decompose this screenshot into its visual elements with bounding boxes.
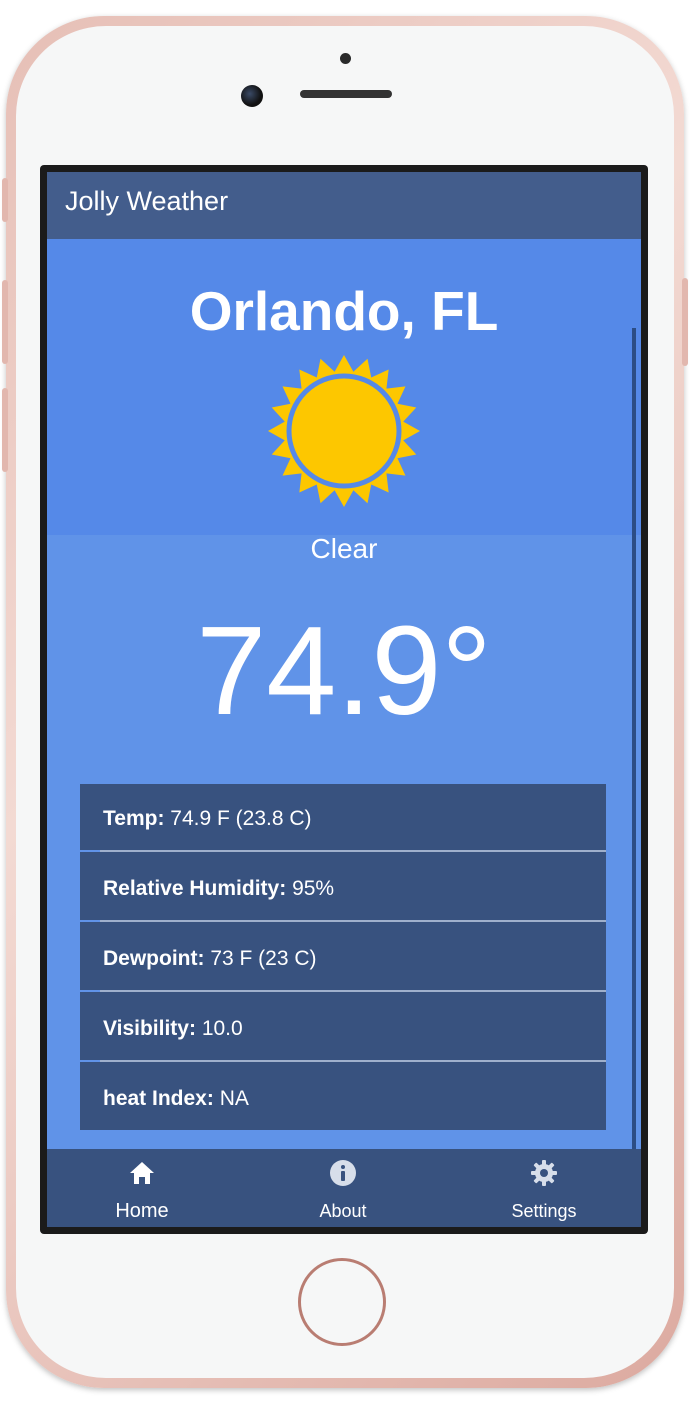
weather-condition: Clear [310,533,378,564]
nav-home[interactable]: Home [82,1149,202,1227]
row-divider-accent [80,920,100,922]
home-icon [130,1162,154,1184]
scrollbar[interactable] [632,328,636,1149]
row-divider-accent [80,850,100,852]
nav-label-settings: Settings [511,1201,577,1221]
row-divider [80,990,606,992]
front-camera [241,85,263,107]
sun-icon [268,355,420,507]
row-divider-accent [80,1060,100,1062]
nav-label-home: Home [115,1200,169,1222]
detail-row-temp: Temp: 74.9 F (23.8 C) [80,784,606,854]
detail-label: heat Index: [103,1087,214,1110]
detail-value: 10.0 [201,1017,243,1040]
earpiece-speaker [300,90,392,98]
volume-up-button [2,280,8,364]
detail-label: Relative Humidity: [103,877,287,900]
power-button [682,278,688,366]
detail-value: 74.9 F (23.8 C) [170,807,312,830]
app-bar: Jolly Weather [47,172,641,239]
row-divider [80,920,606,922]
detail-value: 73 F (23 C) [210,947,317,970]
detail-value: 95% [292,877,335,900]
detail-label: Dewpoint: [103,947,205,970]
current-temperature: 74.9° [196,600,492,741]
nav-label-about: About [319,1201,367,1221]
proximity-sensor [340,53,351,64]
detail-row-humidity: Relative Humidity: 95% [80,854,606,924]
detail-row-heat-index: heat Index: NA [80,1064,606,1134]
nav-about[interactable]: About [283,1149,403,1227]
city-name: Orlando, FL [189,280,499,342]
detail-label: Visibility: [103,1017,196,1040]
volume-down-button [2,388,8,472]
detail-value: NA [219,1087,249,1110]
row-divider [80,1060,606,1062]
detail-label: Temp: [103,807,165,830]
detail-row-visibility: Visibility: 10.0 [80,994,606,1064]
row-divider [80,850,606,852]
home-button[interactable] [298,1258,386,1346]
gear-icon [531,1160,557,1186]
info-icon [330,1160,356,1186]
nav-settings[interactable]: Settings [484,1149,604,1227]
bottom-navigation: Home About Settings [47,1149,641,1227]
mute-switch [2,178,8,222]
row-divider-accent [80,990,100,992]
details-panel: Temp: 74.9 F (23.8 C) Relative Humidity:… [80,784,606,1130]
detail-row-dewpoint: Dewpoint: 73 F (23 C) [80,924,606,994]
app-title: Jolly Weather [65,186,229,216]
